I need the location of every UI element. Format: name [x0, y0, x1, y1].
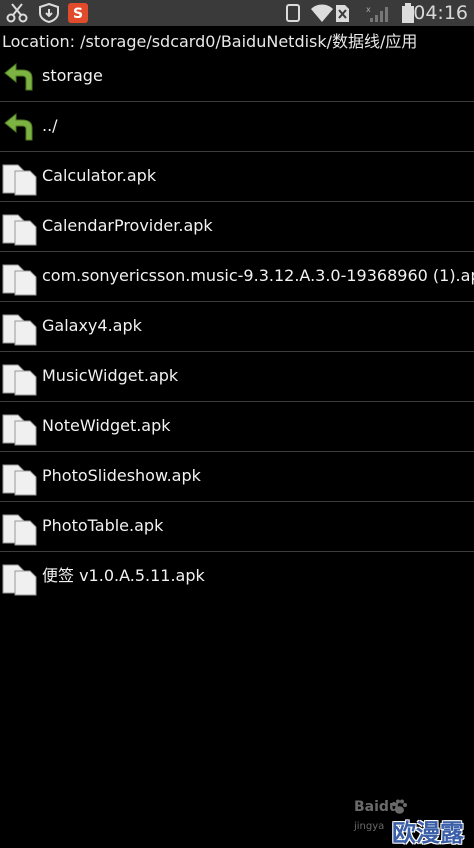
sogou-s-icon: S: [68, 3, 88, 23]
list-item-label: Galaxy4.apk: [42, 316, 142, 335]
list-item-file[interactable]: Calculator.apk: [0, 152, 474, 202]
list-item-storage[interactable]: storage: [0, 52, 474, 102]
file-icon: [2, 464, 37, 496]
watermark-overlay: 欧漫露: [392, 819, 464, 847]
file-icon: [2, 564, 37, 596]
file-list: storage ../ Calculator.apk CalendarProvi…: [0, 52, 474, 601]
list-item-label: Calculator.apk: [42, 166, 157, 185]
screen-rotate-icon: [286, 4, 300, 22]
watermark: Baidu jingya 欧漫露: [354, 799, 470, 847]
file-icon: [2, 364, 37, 396]
file-icon: [2, 214, 37, 246]
list-item-label: PhotoSlideshow.apk: [42, 466, 201, 485]
list-item-file[interactable]: CalendarProvider.apk: [0, 202, 474, 252]
list-item-parent-dir[interactable]: ../: [0, 102, 474, 152]
file-icon: [2, 164, 37, 196]
list-item-file[interactable]: NoteWidget.apk: [0, 402, 474, 452]
list-item-label: storage: [42, 66, 103, 85]
file-icon: [2, 514, 37, 546]
watermark-sub: jingya: [354, 821, 385, 832]
back-arrow-icon: [4, 62, 33, 91]
list-item-file[interactable]: PhotoTable.apk: [0, 502, 474, 552]
list-item-file[interactable]: com.sonyericsson.music-9.3.12.A.3.0-1936…: [0, 252, 474, 302]
list-item-label: MusicWidget.apk: [42, 366, 179, 385]
svg-text:S: S: [73, 6, 83, 22]
list-item-label: CalendarProvider.apk: [42, 216, 213, 235]
list-item-file[interactable]: 便签 v1.0.A.5.11.apk: [0, 552, 474, 601]
shield-download-icon: [39, 3, 59, 23]
wifi-icon: [311, 4, 333, 22]
no-sim-icon: [336, 5, 349, 22]
list-item-file[interactable]: PhotoSlideshow.apk: [0, 452, 474, 502]
svg-text:x: x: [366, 5, 371, 14]
back-arrow-icon: [4, 112, 33, 141]
location-path: Location: /storage/sdcard0/BaiduNetdisk/…: [2, 32, 418, 51]
list-item-label: NoteWidget.apk: [42, 416, 171, 435]
list-item-label: PhotoTable.apk: [42, 516, 164, 535]
file-icon: [2, 314, 37, 346]
list-item-label: com.sonyericsson.music-9.3.12.A.3.0-1936…: [42, 266, 474, 285]
signal-icon: x: [366, 5, 388, 22]
list-item-file[interactable]: MusicWidget.apk: [0, 352, 474, 402]
file-icon: [2, 264, 37, 296]
status-bar: S x 04:16: [0, 0, 474, 26]
status-time: 04:16: [413, 2, 468, 24]
list-item-label: ../: [42, 116, 58, 135]
scissors-icon: [6, 3, 28, 23]
list-item-file[interactable]: Galaxy4.apk: [0, 302, 474, 352]
file-icon: [2, 414, 37, 446]
list-item-label: 便签 v1.0.A.5.11.apk: [42, 566, 205, 585]
